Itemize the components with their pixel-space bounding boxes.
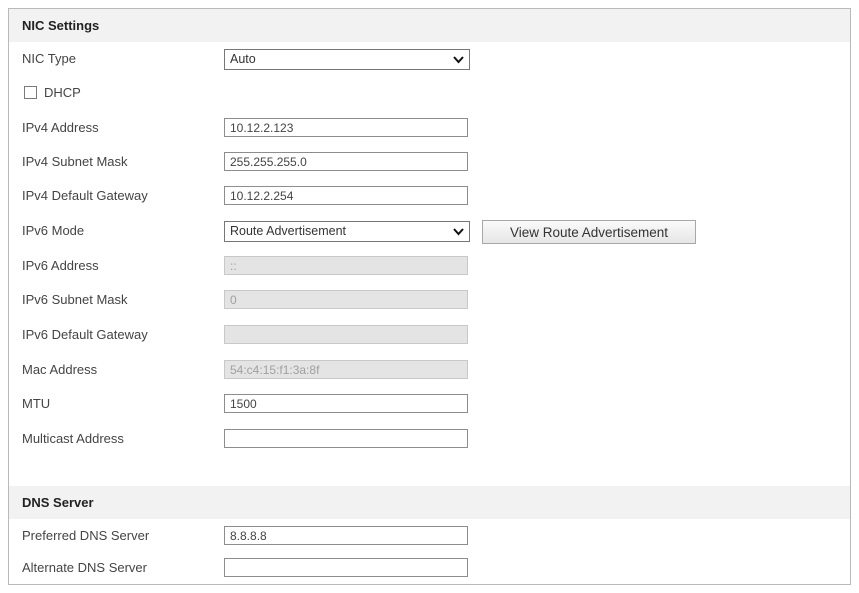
dhcp-label: DHCP xyxy=(44,85,81,100)
multicast-address-label: Multicast Address xyxy=(22,431,124,446)
chevron-down-icon xyxy=(453,56,464,64)
preferred-dns-input[interactable] xyxy=(224,526,468,545)
nic-type-label: NIC Type xyxy=(22,51,76,66)
alternate-dns-row: Alternate DNS Server xyxy=(9,551,850,585)
ipv4-default-gateway-label: IPv4 Default Gateway xyxy=(22,188,148,203)
alternate-dns-input[interactable] xyxy=(224,558,468,577)
ipv6-mode-select[interactable]: Route Advertisement xyxy=(224,221,470,242)
ipv6-subnet-mask-row: IPv6 Subnet Mask xyxy=(9,283,850,317)
network-settings-panel: NIC Settings NIC Type Auto DHCP IPv4 Add… xyxy=(8,8,851,585)
ipv6-default-gateway-label: IPv6 Default Gateway xyxy=(22,327,148,342)
ipv6-subnet-mask-label: IPv6 Subnet Mask xyxy=(22,292,128,307)
ipv6-subnet-mask-input xyxy=(224,290,468,309)
ipv6-mode-value: Route Advertisement xyxy=(230,224,347,238)
nic-type-value: Auto xyxy=(230,52,256,66)
preferred-dns-label: Preferred DNS Server xyxy=(22,528,150,543)
ipv4-subnet-mask-input[interactable] xyxy=(224,152,468,171)
mac-address-label: Mac Address xyxy=(22,362,98,377)
nic-settings-header: NIC Settings xyxy=(9,9,850,42)
multicast-address-row: Multicast Address xyxy=(9,422,850,456)
ipv6-address-row: IPv6 Address xyxy=(9,249,850,283)
nic-type-row: NIC Type Auto xyxy=(9,42,850,76)
dns-server-title: DNS Server xyxy=(22,495,94,510)
dns-server-header: DNS Server xyxy=(9,486,850,519)
ipv6-mode-label: IPv6 Mode xyxy=(22,223,85,238)
ipv4-default-gateway-row: IPv4 Default Gateway xyxy=(9,179,850,213)
dhcp-row: DHCP xyxy=(9,76,850,110)
nic-type-select[interactable]: Auto xyxy=(224,49,470,70)
ipv4-subnet-mask-label: IPv4 Subnet Mask xyxy=(22,154,128,169)
ipv4-address-row: IPv4 Address xyxy=(9,111,850,145)
chevron-down-icon xyxy=(453,228,464,236)
mtu-label: MTU xyxy=(22,396,51,411)
mac-address-input xyxy=(224,360,468,379)
nic-settings-title: NIC Settings xyxy=(22,18,100,33)
ipv4-address-input[interactable] xyxy=(224,118,468,137)
ipv6-mode-row: IPv6 Mode Route Advertisement View Route… xyxy=(9,214,850,248)
ipv4-subnet-mask-row: IPv4 Subnet Mask xyxy=(9,145,850,179)
ipv6-default-gateway-row: IPv6 Default Gateway xyxy=(9,318,850,352)
ipv4-address-label: IPv4 Address xyxy=(22,120,99,135)
preferred-dns-row: Preferred DNS Server xyxy=(9,519,850,553)
mtu-input[interactable] xyxy=(224,394,468,413)
dhcp-checkbox[interactable] xyxy=(24,86,37,99)
ipv6-default-gateway-input xyxy=(224,325,468,344)
view-route-advertisement-button[interactable]: View Route Advertisement xyxy=(482,220,696,244)
ipv4-default-gateway-input[interactable] xyxy=(224,186,468,205)
ipv6-address-label: IPv6 Address xyxy=(22,258,99,273)
mac-address-row: Mac Address xyxy=(9,353,850,387)
mtu-row: MTU xyxy=(9,387,850,421)
alternate-dns-label: Alternate DNS Server xyxy=(22,560,147,575)
ipv6-address-input xyxy=(224,256,468,275)
multicast-address-input[interactable] xyxy=(224,429,468,448)
